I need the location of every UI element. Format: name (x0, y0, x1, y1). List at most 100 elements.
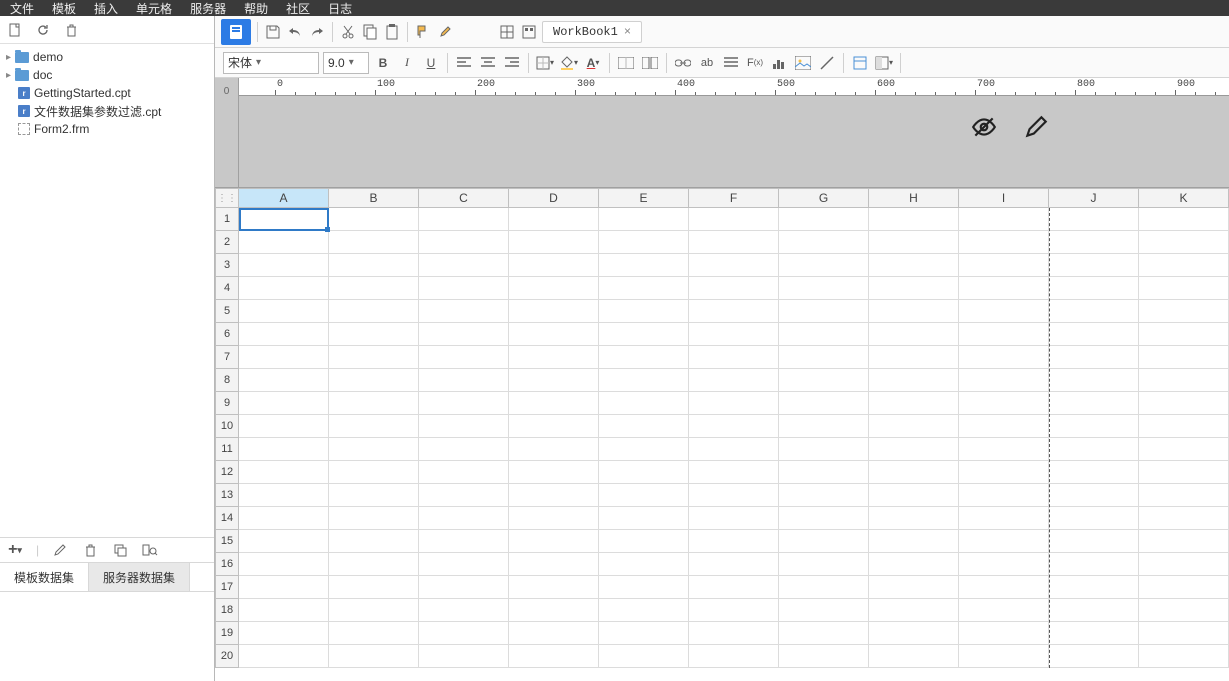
cell-J17[interactable] (1049, 576, 1139, 599)
cell-A17[interactable] (239, 576, 329, 599)
cell-H10[interactable] (869, 415, 959, 438)
menu-insert[interactable]: 插入 (94, 0, 118, 16)
refresh-icon[interactable] (34, 21, 52, 39)
row-header-17[interactable]: 17 (215, 576, 239, 599)
cell-B15[interactable] (329, 530, 419, 553)
cell-H16[interactable] (869, 553, 959, 576)
column-header-A[interactable]: A (239, 188, 329, 208)
cell-H15[interactable] (869, 530, 959, 553)
row-header-20[interactable]: 20 (215, 645, 239, 668)
cell-A19[interactable] (239, 622, 329, 645)
cell-C11[interactable] (419, 438, 509, 461)
font-family-combo[interactable]: 宋体▾ (223, 52, 319, 74)
menu-file[interactable]: 文件 (10, 0, 34, 16)
cell-D8[interactable] (509, 369, 599, 392)
cell-A4[interactable] (239, 277, 329, 300)
cell-K3[interactable] (1139, 254, 1229, 277)
cell-K7[interactable] (1139, 346, 1229, 369)
cell-C6[interactable] (419, 323, 509, 346)
cell-B12[interactable] (329, 461, 419, 484)
cell-D19[interactable] (509, 622, 599, 645)
cell-I14[interactable] (959, 507, 1049, 530)
cell-J16[interactable] (1049, 553, 1139, 576)
cell-J1[interactable] (1049, 208, 1139, 231)
row-header-13[interactable]: 13 (215, 484, 239, 507)
cell-K8[interactable] (1139, 369, 1229, 392)
cell-K12[interactable] (1139, 461, 1229, 484)
cell-K9[interactable] (1139, 392, 1229, 415)
condition-icon[interactable]: ▾ (874, 53, 894, 73)
cell-D18[interactable] (509, 599, 599, 622)
cell-I8[interactable] (959, 369, 1049, 392)
cell-G2[interactable] (779, 231, 869, 254)
row-header-1[interactable]: 1 (215, 208, 239, 231)
cell-K16[interactable] (1139, 553, 1229, 576)
cell-G8[interactable] (779, 369, 869, 392)
cell-D13[interactable] (509, 484, 599, 507)
cell-G9[interactable] (779, 392, 869, 415)
cell-B3[interactable] (329, 254, 419, 277)
cell-B10[interactable] (329, 415, 419, 438)
cell-E1[interactable] (599, 208, 689, 231)
merge-cells-icon[interactable] (616, 53, 636, 73)
cell-J12[interactable] (1049, 461, 1139, 484)
cell-A13[interactable] (239, 484, 329, 507)
cell-I10[interactable] (959, 415, 1049, 438)
cell-K17[interactable] (1139, 576, 1229, 599)
cell-I15[interactable] (959, 530, 1049, 553)
cell-J15[interactable] (1049, 530, 1139, 553)
menu-server[interactable]: 服务器 (190, 0, 226, 16)
cell-F3[interactable] (689, 254, 779, 277)
cell-K5[interactable] (1139, 300, 1229, 323)
cell-K20[interactable] (1139, 645, 1229, 668)
cell-C15[interactable] (419, 530, 509, 553)
cell-A9[interactable] (239, 392, 329, 415)
copy-dataset-icon[interactable] (111, 541, 129, 559)
cell-A6[interactable] (239, 323, 329, 346)
cell-G20[interactable] (779, 645, 869, 668)
cell-H8[interactable] (869, 369, 959, 392)
brush-icon[interactable] (436, 23, 454, 41)
row-header-3[interactable]: 3 (215, 254, 239, 277)
cell-B1[interactable] (329, 208, 419, 231)
cell-J3[interactable] (1049, 254, 1139, 277)
cell-C12[interactable] (419, 461, 509, 484)
row-header-19[interactable]: 19 (215, 622, 239, 645)
cell-C4[interactable] (419, 277, 509, 300)
border-icon[interactable]: ▾ (535, 53, 555, 73)
column-header-F[interactable]: F (689, 188, 779, 208)
cell-E2[interactable] (599, 231, 689, 254)
preview-toggle-icon[interactable] (971, 114, 997, 140)
cell-D6[interactable] (509, 323, 599, 346)
close-tab-icon[interactable]: × (624, 25, 631, 39)
cell-A1[interactable] (239, 208, 329, 231)
align-left-icon[interactable] (454, 53, 474, 73)
tree-trash-icon[interactable] (62, 21, 80, 39)
cell-F10[interactable] (689, 415, 779, 438)
cell-C18[interactable] (419, 599, 509, 622)
cell-H19[interactable] (869, 622, 959, 645)
cell-K6[interactable] (1139, 323, 1229, 346)
cell-H3[interactable] (869, 254, 959, 277)
cell-B9[interactable] (329, 392, 419, 415)
save-icon[interactable] (264, 23, 282, 41)
cell-H20[interactable] (869, 645, 959, 668)
cell-B16[interactable] (329, 553, 419, 576)
cell-F8[interactable] (689, 369, 779, 392)
cell-F6[interactable] (689, 323, 779, 346)
cell-D7[interactable] (509, 346, 599, 369)
chart-icon[interactable] (769, 53, 789, 73)
delete-dataset-icon[interactable] (81, 541, 99, 559)
cell-A7[interactable] (239, 346, 329, 369)
cell-D12[interactable] (509, 461, 599, 484)
app-icon[interactable] (221, 19, 251, 45)
cell-H12[interactable] (869, 461, 959, 484)
cell-A3[interactable] (239, 254, 329, 277)
column-header-B[interactable]: B (329, 188, 419, 208)
cell-E16[interactable] (599, 553, 689, 576)
row-header-2[interactable]: 2 (215, 231, 239, 254)
cell-C17[interactable] (419, 576, 509, 599)
tab-workbook1[interactable]: WorkBook1 × (542, 21, 642, 43)
cell-F9[interactable] (689, 392, 779, 415)
cell-C1[interactable] (419, 208, 509, 231)
